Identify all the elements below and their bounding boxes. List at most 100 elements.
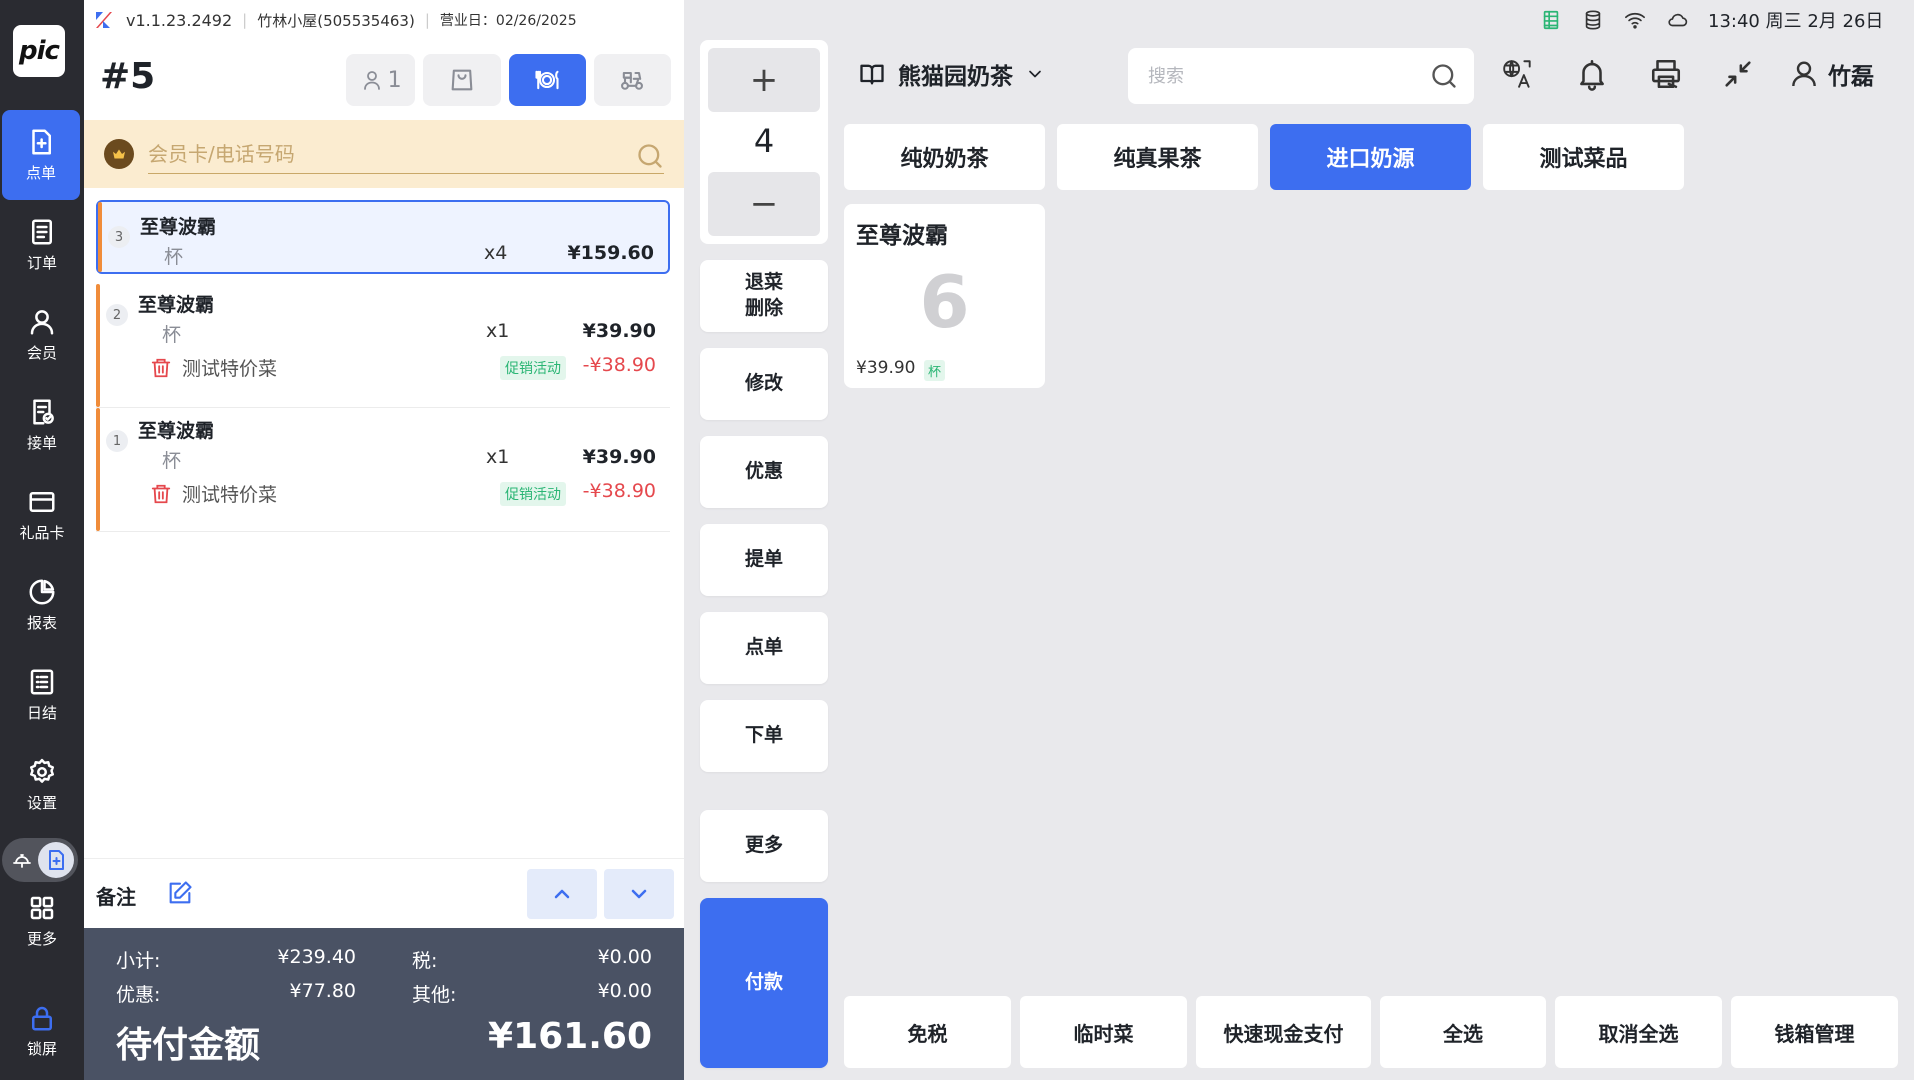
notification-button[interactable] [1572, 54, 1612, 94]
more-button[interactable]: 更多 [700, 810, 828, 882]
menu-search-input[interactable] [1148, 60, 1418, 92]
promo-tag: 促销活动 [500, 482, 566, 506]
store-selector[interactable]: 熊猫园奶茶 [858, 54, 1045, 94]
category-tab[interactable]: 纯奶奶茶 [844, 124, 1045, 190]
dish-card[interactable]: 至尊波霸 6 ¥39.90 杯 [844, 204, 1045, 388]
category-tab[interactable]: 纯真果茶 [1057, 124, 1258, 190]
clock: 13:40 周三 2月 26日 [1708, 11, 1884, 32]
dish-cover-icon [13, 854, 31, 868]
quantity-stepper: + 4 − [700, 40, 828, 244]
translate-button[interactable] [1498, 54, 1538, 94]
gift-card-icon [29, 492, 55, 512]
sidebar-item-label: 接单 [26, 434, 57, 452]
sidebar-item-more[interactable]: 更多 [0, 876, 84, 966]
order-panel: v1.1.23.2492 | 竹林小屋(505535463) | 营业日：02/… [84, 0, 684, 1080]
sidebar-item-label: 锁屏 [26, 1040, 57, 1058]
custom-item-button[interactable]: 临时菜 [1020, 996, 1187, 1068]
item-qty: x1 [486, 320, 510, 342]
order-button[interactable]: 点单 [700, 612, 828, 684]
dine-in-button[interactable] [508, 54, 586, 106]
user-menu[interactable]: 竹磊 [1788, 54, 1874, 94]
cash-drawer-button[interactable]: 钱箱管理 [1731, 996, 1898, 1068]
item-qty: x1 [486, 446, 510, 468]
pay-button[interactable]: 付款 [700, 898, 828, 1068]
modify-button[interactable]: 修改 [700, 348, 828, 420]
tax-exempt-button[interactable]: 免税 [844, 996, 1011, 1068]
other-label: 其他: [412, 984, 457, 1006]
store-selector-name: 熊猫园奶茶 [898, 64, 1013, 90]
dining-mode-group: 1 [346, 54, 672, 106]
order-item[interactable]: 3 至尊波霸 杯 x4 ¥159.60 [96, 200, 670, 274]
item-name: 至尊波霸 [138, 420, 215, 442]
printer-icon [1651, 59, 1681, 89]
sidebar-item-orders[interactable]: 订单 [0, 200, 84, 290]
item-qty: x4 [484, 242, 508, 264]
void-delete-button[interactable]: 退菜 删除 [700, 260, 828, 332]
sidebar-item-order[interactable]: 点单 [2, 110, 80, 200]
search-icon[interactable] [1430, 62, 1458, 90]
item-unit: 杯 [162, 324, 182, 346]
scroll-up-button[interactable] [527, 869, 597, 919]
subtotal-label: 小计: [116, 950, 161, 972]
new-order-icon [32, 129, 51, 155]
search-icon[interactable] [636, 142, 664, 170]
sidebar-item-giftcard[interactable]: 礼品卡 [0, 470, 84, 560]
sidebar-item-report[interactable]: 报表 [0, 560, 84, 650]
report-icon [29, 579, 55, 605]
collapse-button[interactable] [1718, 54, 1758, 94]
category-tab[interactable]: 进口奶源 [1270, 124, 1471, 190]
note-bar: 备注 [84, 858, 684, 928]
sidebar-item-accept[interactable]: 接单 [0, 380, 84, 470]
settings-icon [30, 758, 54, 783]
order-item[interactable]: 1 至尊波霸 杯 x1 ¥39.90 测试特价菜 促销活动 -¥38.90 [96, 408, 670, 532]
trash-icon[interactable] [150, 482, 172, 506]
qty-plus-button[interactable]: + [708, 48, 820, 112]
category-tab[interactable]: 测试菜品 [1483, 124, 1684, 190]
sidebar-item-label: 点单 [25, 164, 56, 182]
promo-tag: 促销活动 [500, 356, 566, 380]
order-items-list: 3 至尊波霸 杯 x4 ¥159.60 2 至尊波霸 杯 x1 ¥39.90 测… [96, 200, 670, 532]
print-button[interactable] [1646, 54, 1686, 94]
void-label: 退菜 [744, 271, 783, 294]
deselect-all-button[interactable]: 取消全选 [1555, 996, 1722, 1068]
qty-value: 4 [753, 122, 775, 160]
order-item[interactable]: 2 至尊波霸 杯 x1 ¥39.90 测试特价菜 促销活动 -¥38.90 [96, 284, 670, 408]
sidebar-item-label: 日结 [26, 704, 57, 722]
pickup-button[interactable]: 提单 [700, 524, 828, 596]
delivery-button[interactable] [593, 54, 672, 106]
sidebar-item-label: 设置 [26, 794, 57, 812]
item-index: 3 [108, 226, 130, 248]
discount-button[interactable]: 优惠 [700, 436, 828, 508]
item-unit: 杯 [164, 246, 184, 268]
business-day: 营业日：02/26/2025 [439, 13, 577, 29]
item-name: 至尊波霸 [138, 294, 215, 316]
user-icon [1792, 61, 1816, 87]
order-topbar: v1.1.23.2492 | 竹林小屋(505535463) | 营业日：02/… [84, 0, 684, 40]
guest-count-button[interactable]: 1 [346, 54, 416, 106]
takeout-button[interactable] [423, 54, 501, 106]
item-price: ¥39.90 [582, 446, 656, 468]
dish-price: ¥39.90 [856, 358, 916, 378]
quick-cash-button[interactable]: 快速现金支付 [1196, 996, 1371, 1068]
place-order-button[interactable]: 下单 [700, 700, 828, 772]
qty-minus-button[interactable]: − [708, 172, 820, 236]
shopping-bag-icon [451, 69, 473, 91]
sidebar-item-member[interactable]: 会员 [0, 290, 84, 380]
subtotal-value: ¥239.40 [277, 946, 356, 968]
scroll-down-button[interactable] [604, 869, 674, 919]
dish-count: 6 [919, 260, 970, 344]
tax-value: ¥0.00 [597, 946, 652, 968]
sidebar-item-settings[interactable]: 设置 [0, 740, 84, 830]
edit-icon[interactable] [166, 879, 194, 907]
promo-amount: -¥38.90 [582, 480, 656, 502]
plate-cutlery-icon [535, 70, 559, 90]
bell-icon [1580, 59, 1604, 91]
member-search-input[interactable] [148, 134, 664, 174]
sidebar-item-daily[interactable]: 日结 [0, 650, 84, 740]
status-bar: 13:40 周三 2月 26日 [1540, 8, 1883, 32]
sidebar-item-label: 订单 [26, 254, 57, 272]
trash-icon[interactable] [150, 356, 172, 380]
delete-label: 删除 [744, 297, 783, 319]
select-all-button[interactable]: 全选 [1380, 996, 1546, 1068]
sidebar-item-lock[interactable]: 锁屏 [0, 986, 84, 1076]
